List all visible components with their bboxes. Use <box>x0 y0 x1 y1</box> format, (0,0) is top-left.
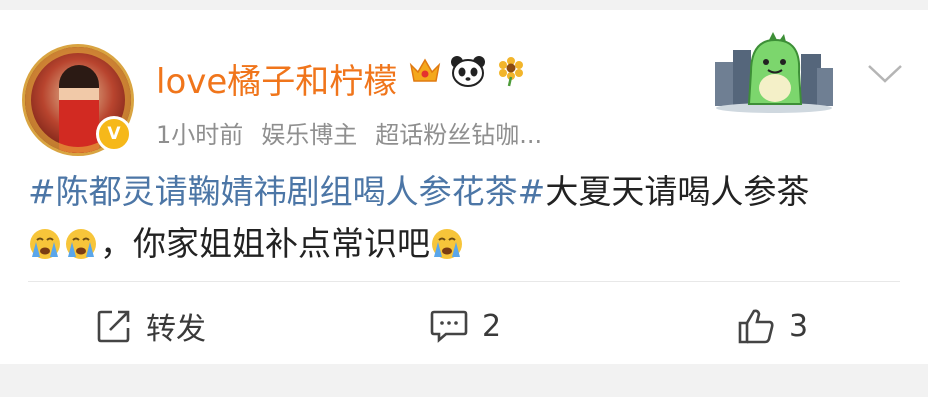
post-meta: 1小时前 娱乐博主 超话粉丝钻咖... <box>156 115 542 150</box>
crying-emoji-icon <box>28 224 62 259</box>
post-text-line2: ，你家姐姐补点常识吧 <box>100 224 430 263</box>
panda-icon[interactable] <box>450 54 486 88</box>
user-badges <box>408 54 528 88</box>
post-time: 1小时前 <box>156 121 244 149</box>
thumbs-up-icon <box>737 308 775 344</box>
dinosaur-sticker-icon <box>713 32 835 114</box>
like-count: 3 <box>789 308 809 344</box>
topic-link[interactable]: #陈都灵请鞠婧祎剧组喝人参花茶# <box>28 172 545 211</box>
repost-icon <box>96 308 132 344</box>
post-content: #陈都灵请鞠婧祎剧组喝人参花茶#大夏天请喝人参茶 ，你家姐姐补点常识吧 <box>28 166 898 270</box>
user-role: 娱乐博主 <box>261 121 358 149</box>
crying-emoji-icon <box>64 224 98 259</box>
username[interactable]: love橘子和柠檬 <box>156 54 397 103</box>
chevron-down-icon[interactable] <box>866 62 904 86</box>
fan-tag[interactable]: 超话粉丝钻咖... <box>375 115 542 150</box>
sunflower-icon[interactable] <box>494 54 528 88</box>
repost-label: 转发 <box>146 312 206 347</box>
verified-badge-icon: V <box>96 116 132 152</box>
post-text: 大夏天请喝人参茶 <box>545 172 810 211</box>
crying-emoji-icon <box>430 224 464 259</box>
weibo-post-card: V love橘子和柠檬 1小时前 娱乐博主 超话粉丝钻咖... #陈都灵请鞠婧祎… <box>0 10 928 364</box>
action-divider <box>28 281 900 282</box>
repost-button[interactable]: 转发 <box>96 306 206 347</box>
crown-icon[interactable] <box>408 54 442 88</box>
comment-button[interactable]: 2 <box>430 306 501 346</box>
comment-count: 2 <box>482 308 502 344</box>
comment-icon <box>430 309 468 343</box>
like-button[interactable]: 3 <box>737 306 808 346</box>
